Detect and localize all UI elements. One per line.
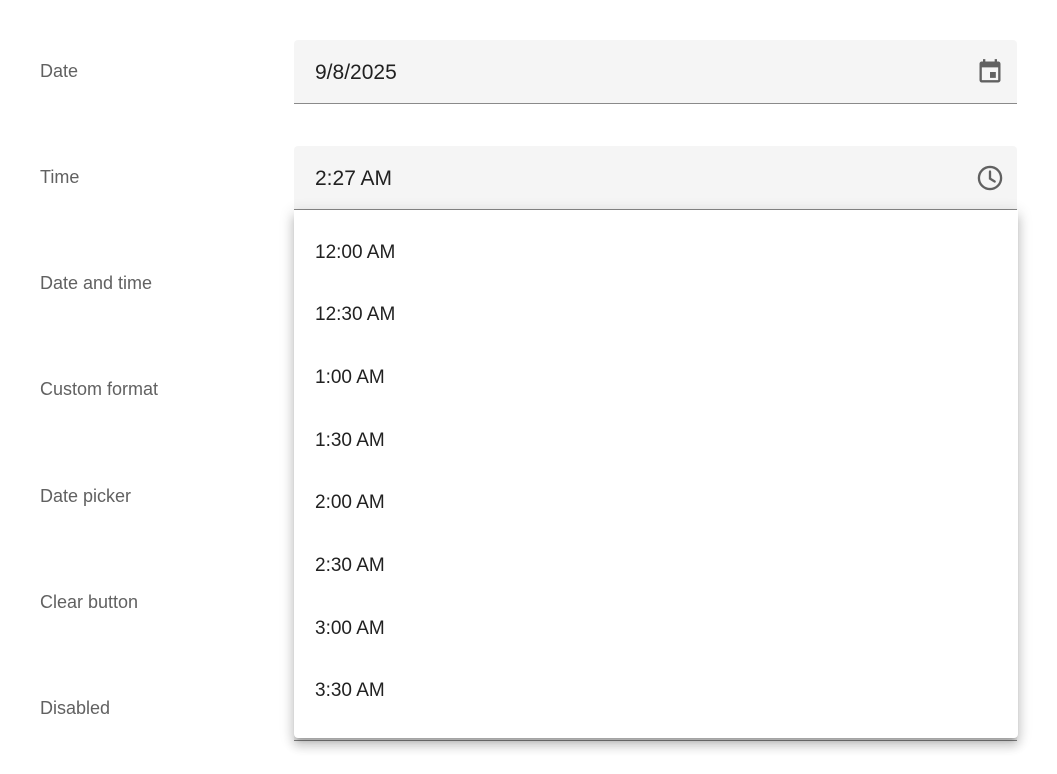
date-input[interactable]: 9/8/2025 [294, 40, 1017, 104]
datetime-form: Date Time Date and time Custom format Da… [0, 0, 1057, 774]
calendar-icon[interactable] [976, 58, 1004, 86]
label-clear-button: Clear button [40, 592, 139, 612]
time-input-value: 2:27 AM [315, 167, 393, 190]
time-option[interactable]: 3:30 AM [294, 660, 1018, 722]
time-input[interactable]: 2:27 AM [294, 146, 1017, 210]
label-custom-format: Custom format [40, 379, 159, 399]
label-disabled: Disabled [40, 698, 111, 718]
time-option[interactable]: 1:00 AM [294, 347, 1018, 409]
time-dropdown-list[interactable]: 12:00 AM 12:30 AM 1:00 AM 1:30 AM 2:00 A… [294, 210, 1018, 738]
time-option[interactable]: 2:30 AM [294, 535, 1018, 597]
time-option[interactable]: 12:30 AM [294, 284, 1018, 346]
label-date-picker: Date picker [40, 486, 132, 506]
label-date-and-time: Date and time [40, 273, 153, 293]
time-option[interactable]: 1:30 AM [294, 410, 1018, 472]
clock-icon[interactable] [976, 164, 1004, 192]
date-input-value: 9/8/2025 [315, 61, 397, 84]
label-date: Date [40, 61, 79, 81]
label-time: Time [40, 167, 80, 187]
time-option[interactable]: 3:00 AM [294, 598, 1018, 660]
time-option[interactable]: 2:00 AM [294, 472, 1018, 534]
time-option[interactable]: 12:00 AM [294, 222, 1018, 284]
